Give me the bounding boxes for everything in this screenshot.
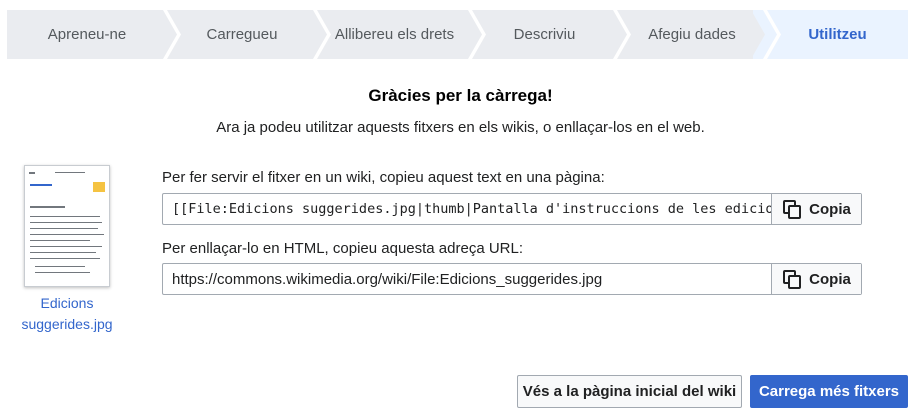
copy-label: Copia (809, 270, 851, 288)
step-label: Afegiu dades (648, 26, 736, 43)
copy-icon (783, 270, 802, 289)
copy-icon (783, 200, 802, 219)
go-home-button[interactable]: Vés a la pàgina inicial del wiki (517, 375, 742, 408)
wiki-usage-label: Per fer servir el fitxer en un wiki, cop… (162, 169, 605, 186)
chevron-right-icon (753, 10, 781, 59)
file-name-link[interactable]: Edicions suggerides.jpg (14, 293, 120, 335)
copy-label: Copia (809, 200, 851, 218)
step-label: Utilitzeu (808, 26, 867, 43)
step-use: Utilitzeu (767, 10, 908, 59)
step-label: Apreneu-ne (47, 26, 127, 43)
chevron-right-icon (303, 10, 331, 59)
file-thumbnail[interactable] (24, 165, 110, 287)
step-label: Carregueu (206, 26, 278, 43)
chevron-right-icon (603, 10, 631, 59)
url-input[interactable]: https://commons.wikimedia.org/wiki/File:… (163, 264, 771, 294)
step-release-rights: Allibereu els drets (317, 10, 486, 59)
copy-url-button[interactable]: Copia (771, 264, 861, 294)
step-describe: Descriviu (472, 10, 631, 59)
wiki-usage-field: [[File:Edicions suggerides.jpg|thumb|Pan… (162, 193, 862, 225)
html-usage-field: https://commons.wikimedia.org/wiki/File:… (162, 263, 862, 295)
step-label: Descriviu (513, 26, 576, 43)
page-subtitle: Ara ja podeu utilitzar aquests fitxers e… (216, 119, 705, 136)
html-usage-label: Per enllaçar-lo en HTML, copieu aquesta … (162, 240, 524, 257)
step-learn: Apreneu-ne (7, 10, 181, 59)
chevron-right-icon (458, 10, 486, 59)
page-title: Gràcies per la càrrega! (368, 86, 553, 105)
chevron-right-icon (153, 10, 181, 59)
step-add-data: Afegiu dades (617, 10, 781, 59)
step-upload: Carregueu (167, 10, 331, 59)
copy-wikitext-button[interactable]: Copia (771, 194, 861, 224)
wiki-code-input[interactable]: [[File:Edicions suggerides.jpg|thumb|Pan… (163, 194, 771, 224)
upload-more-button[interactable]: Carrega més fitxers (750, 375, 908, 408)
upload-wizard-steps: Apreneu-ne Carregueu Allibereu els drets… (7, 10, 908, 59)
step-label: Allibereu els drets (334, 26, 455, 43)
